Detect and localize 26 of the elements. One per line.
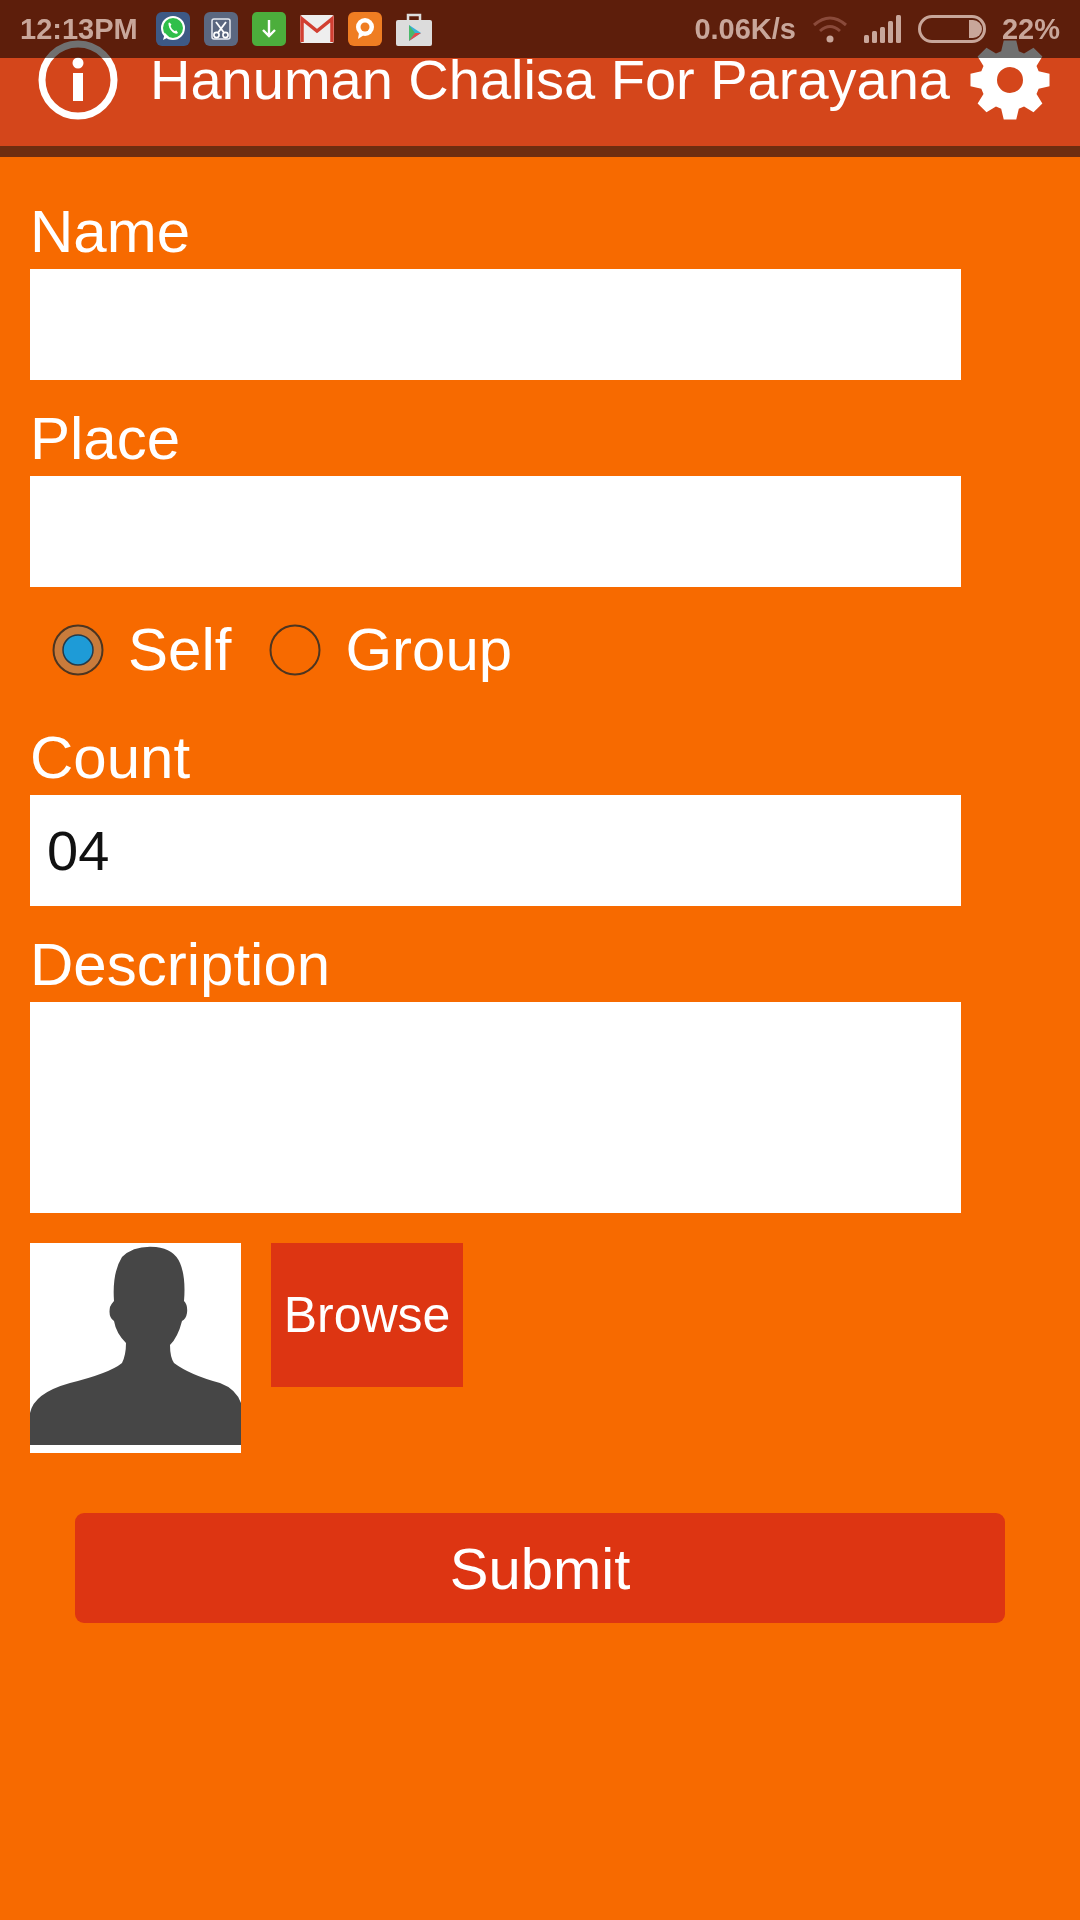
signal-icon [863, 15, 902, 43]
submit-button[interactable]: Submit [75, 1513, 1005, 1623]
shopping-bag-icon [395, 12, 432, 46]
input-field[interactable]: 04 [30, 795, 961, 906]
status-time: 12:13PM [20, 12, 138, 46]
browse-button[interactable]: Browse [271, 1243, 463, 1387]
network-speed: 0.06K/s [694, 12, 796, 46]
radio-option[interactable]: Self [52, 618, 232, 682]
wifi-icon [811, 15, 848, 43]
scissors-icon [203, 12, 238, 46]
field-label: Place [30, 409, 181, 469]
input-field[interactable] [30, 269, 961, 380]
info-icon[interactable] [38, 40, 118, 120]
field-label: Description [30, 935, 331, 995]
field-label: Name [30, 202, 191, 262]
envelope-icon [299, 15, 334, 43]
radio-option[interactable]: Group [269, 618, 513, 682]
speech-bubble-icon [347, 12, 382, 46]
settings-icon[interactable] [970, 40, 1050, 120]
battery-percentage: 22% [1001, 12, 1060, 46]
field-label: Count [30, 728, 191, 788]
multiline-field[interactable] [30, 1002, 961, 1213]
app-title: Hanuman Chalisa For Parayana [150, 47, 950, 113]
chat-bubble-icon [155, 12, 190, 46]
battery-icon [917, 15, 986, 43]
input-field[interactable] [30, 476, 961, 587]
